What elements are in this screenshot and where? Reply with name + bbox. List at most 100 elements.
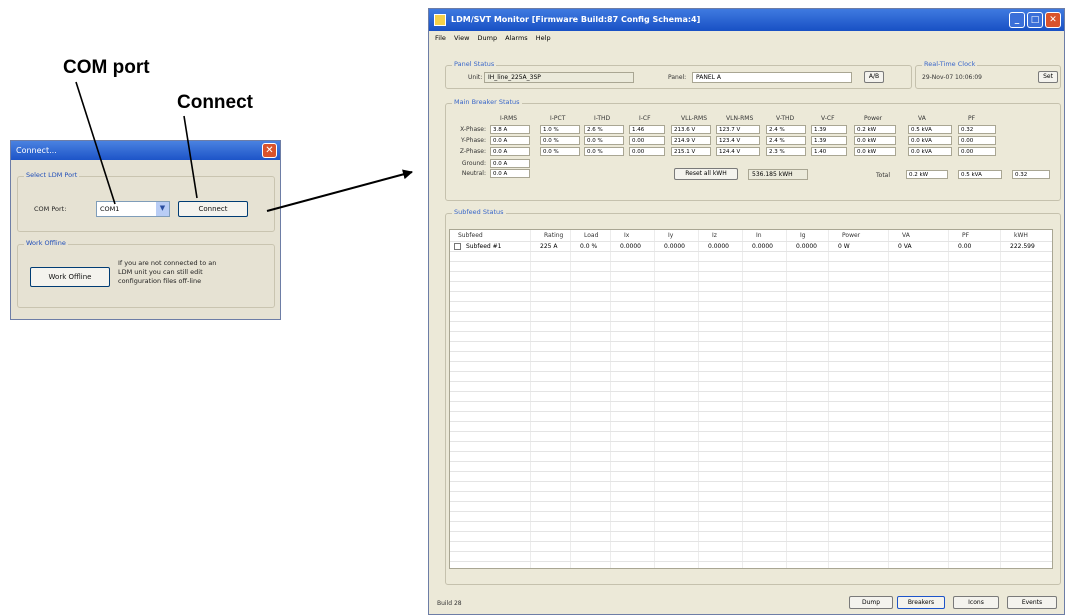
mb-cell: 0.00 xyxy=(958,136,996,145)
reset-kwh-button[interactable]: Reset all kWH xyxy=(674,168,738,180)
icons-button[interactable]: Icons xyxy=(953,596,999,609)
mb-row-label: Y-Phase: xyxy=(460,137,486,144)
grid-row-line xyxy=(450,271,1052,272)
minimize-icon[interactable]: _ xyxy=(1009,12,1025,28)
work-offline-button[interactable]: Work Offline xyxy=(30,267,110,287)
subfeed-name-cell[interactable]: Subfeed #1 xyxy=(466,242,501,252)
mb-row-label: Z-Phase: xyxy=(459,148,486,155)
offline-help-line-2: LDM unit you can still edit xyxy=(118,268,203,276)
subfeed-header-11[interactable]: kWH xyxy=(1014,230,1028,241)
close-icon[interactable]: ✕ xyxy=(1045,12,1061,28)
subfeed-header-8[interactable]: Power xyxy=(842,230,860,241)
total-pf: 0.32 xyxy=(1012,170,1050,179)
subfeed-cell: 0.0000 xyxy=(664,243,685,250)
chevron-down-icon[interactable]: ▼ xyxy=(156,202,169,216)
close-icon[interactable]: ✕ xyxy=(262,143,277,158)
mb-cell: 0.32 xyxy=(958,125,996,134)
grid-row-line xyxy=(450,441,1052,442)
subfeed-header-7[interactable]: Ig xyxy=(800,230,806,241)
mb-cell: 123.7 V xyxy=(716,125,760,134)
subfeed-grid[interactable]: Subfeed Rating Load Ix Iy Iz In Ig Power VA PF kWH S… xyxy=(449,229,1053,569)
mb-cell: 2.4 % xyxy=(766,136,806,145)
mb-header-10: PF xyxy=(968,115,976,122)
set-clock-button[interactable]: Set xyxy=(1038,71,1058,83)
mb-cell: 215.1 V xyxy=(671,147,711,156)
grid-row-line xyxy=(450,541,1052,542)
grid-row-line xyxy=(450,451,1052,452)
mb-cell: 0.00 xyxy=(629,147,665,156)
panel-field[interactable]: PANEL A xyxy=(692,72,852,83)
expand-icon[interactable] xyxy=(454,243,461,250)
work-offline-group: Work Offline Work Offline If you are not… xyxy=(17,239,275,308)
menu-file[interactable]: File xyxy=(435,34,446,42)
offline-help-line-3: configuration files off-line xyxy=(118,277,202,285)
mb-cell: 0.00 xyxy=(629,136,665,145)
mb-header-3: I-CF xyxy=(639,115,651,122)
status-bar: Build 28 Dump Breakers Icons Events xyxy=(429,592,1064,614)
monitor-window: LDM/SVT Monitor [Firmware Build:87 Confi… xyxy=(428,8,1065,615)
panel-status-legend: Panel Status xyxy=(452,60,497,68)
grid-row-line xyxy=(450,501,1052,502)
subfeed-header-2[interactable]: Load xyxy=(584,230,598,241)
grid-row-line xyxy=(450,481,1052,482)
connect-button[interactable]: Connect xyxy=(178,201,248,217)
maximize-icon[interactable]: □ xyxy=(1027,12,1043,28)
subfeed-cell: 0 VA xyxy=(898,243,912,250)
com-port-label: COM Port: xyxy=(34,205,67,213)
mb-row-label: X-Phase: xyxy=(460,126,486,133)
menu-view[interactable]: View xyxy=(454,34,469,42)
dialog-to-window-arrow xyxy=(266,169,413,212)
clock-group: Real-Time Clock 29-Nov-07 10:06:09 Set xyxy=(915,60,1061,89)
subfeed-header-10[interactable]: PF xyxy=(962,230,969,241)
subfeed-header-5[interactable]: Iz xyxy=(712,230,717,241)
grid-row-line xyxy=(450,331,1052,332)
callout-connect: Connect xyxy=(177,92,253,113)
grid-row-line xyxy=(450,411,1052,412)
mb-cell: 0.0 % xyxy=(584,147,624,156)
mb-cell: 0.0 kW xyxy=(854,136,896,145)
mb-header-1: I-PCT xyxy=(550,115,566,122)
menu-dump[interactable]: Dump xyxy=(477,34,497,42)
subfeed-header-9[interactable]: VA xyxy=(902,230,910,241)
connect-dialog: Connect... ✕ Select LDM Port COM Port: C… xyxy=(10,140,281,320)
breakers-button[interactable]: Breakers xyxy=(897,596,945,609)
grid-row-line xyxy=(450,551,1052,552)
subfeed-cell: 0.0000 xyxy=(752,243,773,250)
dump-button[interactable]: Dump xyxy=(849,596,893,609)
ground-label: Ground: xyxy=(461,160,486,167)
subfeed-header-4[interactable]: Iy xyxy=(668,230,673,241)
grid-row-line xyxy=(450,461,1052,462)
mb-header-2: I-THD xyxy=(594,115,611,122)
grid-row-line xyxy=(450,421,1052,422)
monitor-titlebar[interactable]: LDM/SVT Monitor [Firmware Build:87 Confi… xyxy=(429,9,1064,31)
mb-cell: 2.6 % xyxy=(584,125,624,134)
mb-cell: 0.0 kVA xyxy=(908,147,952,156)
mb-cell: 0.0 A xyxy=(490,147,530,156)
subfeed-header-6[interactable]: In xyxy=(756,230,762,241)
total-va: 0.5 kVA xyxy=(958,170,1002,179)
mb-cell: 2.4 % xyxy=(766,125,806,134)
mb-cell: 1.46 xyxy=(629,125,665,134)
com-port-select[interactable]: COM1 ▼ xyxy=(96,201,170,217)
subfeed-header-3[interactable]: Ix xyxy=(624,230,629,241)
com-port-value: COM1 xyxy=(100,205,120,213)
mb-cell: 213.6 V xyxy=(671,125,711,134)
subfeed-header-1[interactable]: Rating xyxy=(544,230,563,241)
subfeed-header-0[interactable]: Subfeed xyxy=(458,230,483,241)
menu-help[interactable]: Help xyxy=(536,34,551,42)
dialog-titlebar[interactable]: Connect... ✕ xyxy=(11,141,280,160)
panel-label: Panel: xyxy=(668,74,687,81)
neutral-value: 0.0 A xyxy=(490,169,530,178)
mb-cell: 1.39 xyxy=(811,125,847,134)
mb-cell: 123.4 V xyxy=(716,136,760,145)
mb-cell: 0.0 kW xyxy=(854,147,896,156)
ab-button[interactable]: A/B xyxy=(864,71,884,83)
grid-row-line xyxy=(450,351,1052,352)
select-port-legend: Select LDM Port xyxy=(24,171,80,179)
mb-header-6: V-THD xyxy=(776,115,795,122)
grid-row-line xyxy=(450,511,1052,512)
events-button[interactable]: Events xyxy=(1007,596,1057,609)
menu-alarms[interactable]: Alarms xyxy=(505,34,528,42)
mb-cell: 0.0 A xyxy=(490,136,530,145)
mb-header-4: VLL-RMS xyxy=(681,115,708,122)
